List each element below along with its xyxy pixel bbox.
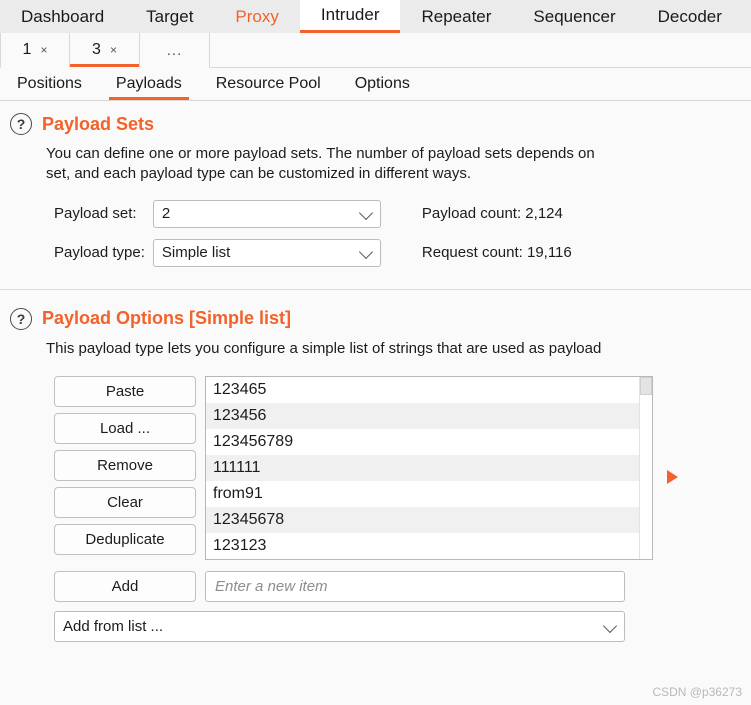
main-tab-bar: Dashboard Target Proxy Intruder Repeater… [0,0,751,33]
payload-options-header: ? Payload Options [Simple list] [0,307,751,330]
chevron-down-icon [602,618,618,633]
deduplicate-button[interactable]: Deduplicate [54,524,196,556]
tab-decoder[interactable]: Decoder [637,0,743,33]
attack-tab-3-label: 3 [92,41,101,58]
list-item[interactable]: 123465 [206,377,641,404]
tab-payloads-label: Payloads [115,75,182,92]
tab-resource-pool-label: Resource Pool [215,75,321,92]
add-item-row: Add Enter a new item [54,571,751,603]
payload-action-buttons: Paste Load ... Remove Clear Deduplicate [54,376,196,556]
payload-sets-section: ? Payload Sets You can define one or mor… [0,101,751,267]
payload-sets-header: ? Payload Sets [0,113,751,135]
tab-options[interactable]: Options [338,68,427,100]
request-count: Request count: 19,116 [421,244,572,262]
payload-count: Payload count: 2,124 [421,205,563,223]
attack-tab-1-label: 1 [22,41,32,58]
watermark: CSDN @p36273 [652,685,742,699]
attack-tab-1[interactable]: 1 × [0,33,70,68]
tab-repeater-label: Repeater [421,6,492,26]
payloads-panel: ? Payload Sets You can define one or mor… [0,101,751,705]
tab-positions[interactable]: Positions [0,68,99,100]
tab-repeater[interactable]: Repeater [400,0,512,33]
list-item[interactable]: 12345678 [206,507,641,534]
payload-options-description: This payload type lets you configure a s… [46,339,602,357]
remove-button[interactable]: Remove [54,450,196,482]
payload-type-select[interactable]: Simple list [152,238,381,267]
tab-intruder[interactable]: Intruder [299,0,401,33]
tab-proxy[interactable]: Proxy [214,0,299,33]
payload-list-area: Paste Load ... Remove Clear Deduplicate … [0,376,751,561]
tab-proxy-label: Proxy [235,6,279,26]
payload-list-wrapper: 123465 123456 123456789 111111 from91 12… [205,376,678,561]
payload-set-select[interactable]: 2 [152,199,381,228]
add-from-list-row: Add from list ... [54,611,751,643]
list-item[interactable]: 111111 [206,455,641,482]
payload-sets-form: Payload set: 2 Payload count: 2,124 Payl… [54,199,751,267]
payload-set-label: Payload set: [54,205,137,223]
attack-tab-more-label: ... [166,41,183,59]
new-item-placeholder: Enter a new item [215,578,328,596]
attack-tab-more[interactable]: ... [140,33,210,68]
payload-type-select-value: Simple list [161,244,231,262]
attack-tab-filler [210,33,751,68]
tab-sequencer-label: Sequencer [533,6,616,26]
list-item[interactable]: 123123 [206,533,641,560]
chevron-down-icon [358,244,373,259]
tab-positions-label: Positions [17,75,82,92]
add-from-list-label: Add from list ... [63,618,164,636]
close-icon[interactable]: × [40,44,47,56]
clear-button[interactable]: Clear [54,487,196,519]
tab-options-label: Options [354,75,410,92]
add-from-list-select[interactable]: Add from list ... [54,611,625,643]
list-item[interactable]: 123456 [206,403,641,430]
chevron-down-icon [358,205,373,220]
list-item[interactable]: 123456789 [206,429,641,456]
load-button[interactable]: Load ... [54,413,196,445]
payload-type-label: Payload type: [54,244,145,262]
payload-sets-title: Payload Sets [42,113,155,134]
question-mark-icon[interactable]: ? [10,307,32,330]
tab-dashboard-label: Dashboard [21,6,105,26]
add-button[interactable]: Add [54,571,196,603]
payload-sets-description-line1: You can define one or more payload sets.… [46,145,595,162]
question-mark-icon[interactable]: ? [10,113,32,135]
tab-payloads[interactable]: Payloads [99,68,199,100]
payload-options-title: Payload Options [Simple list] [42,308,292,329]
close-icon[interactable]: × [110,44,117,56]
paste-button[interactable]: Paste [54,376,196,408]
intruder-sub-tab-bar: Positions Payloads Resource Pool Options [0,68,751,101]
attack-tab-3[interactable]: 3 × [70,33,140,68]
payload-sets-description: You can define one or more payload sets.… [46,144,751,184]
attack-tab-bar: 1 × 3 × ... [0,33,751,68]
expand-arrow-icon[interactable] [667,470,678,485]
tab-sequencer[interactable]: Sequencer [512,0,636,33]
tab-resource-pool[interactable]: Resource Pool [199,68,338,100]
scrollbar-thumb[interactable] [640,377,652,396]
tab-decoder-label: Decoder [657,6,722,26]
list-item[interactable]: from91 [206,481,641,508]
payload-list[interactable]: 123465 123456 123456789 111111 from91 12… [205,376,653,561]
tab-target[interactable]: Target [125,0,214,33]
new-item-input[interactable]: Enter a new item [205,571,625,603]
payload-list-scrollbar[interactable] [639,377,652,560]
tab-target-label: Target [146,6,194,26]
payload-options-section: ? Payload Options [Simple list] This pay… [0,290,751,643]
tab-intruder-label: Intruder [320,5,380,24]
tab-dashboard[interactable]: Dashboard [0,0,125,33]
payload-sets-description-line2: set, and each payload type can be custom… [46,164,471,182]
payload-set-select-value: 2 [161,205,171,223]
